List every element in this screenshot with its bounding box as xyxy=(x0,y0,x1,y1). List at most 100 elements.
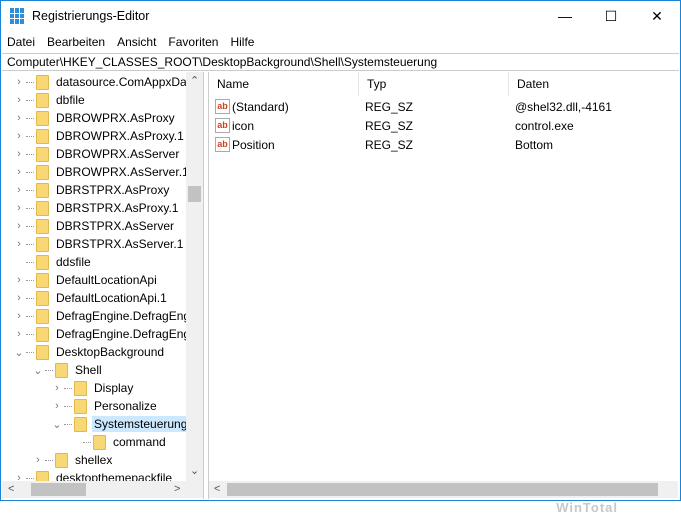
chevron-right-icon[interactable]: › xyxy=(14,148,24,160)
tree-node-label: DBRSTPRX.AsServer.1 xyxy=(56,237,184,251)
minimize-button[interactable]: — xyxy=(542,1,588,31)
folder-icon xyxy=(36,74,49,90)
menu-bar: Datei Bearbeiten Ansicht Favoriten Hilfe xyxy=(1,32,260,52)
values-horizontal-scrollbar[interactable]: < xyxy=(209,481,678,498)
tree-node-label: Personalize xyxy=(94,399,157,413)
chevron-right-icon[interactable]: › xyxy=(33,454,43,466)
chevron-right-icon[interactable]: › xyxy=(14,94,24,106)
chevron-right-icon[interactable]: › xyxy=(14,238,24,250)
chevron-right-icon[interactable]: › xyxy=(14,166,24,178)
chevron-down-icon[interactable]: ⌄ xyxy=(52,418,62,431)
scroll-thumb[interactable] xyxy=(31,483,86,496)
value-type: REG_SZ xyxy=(365,118,414,133)
tree-node[interactable]: ddsfile xyxy=(14,253,93,271)
tree-node[interactable]: ⌄ Shell xyxy=(33,361,104,379)
chevron-right-icon[interactable]: › xyxy=(14,220,24,232)
chevron-right-icon[interactable]: › xyxy=(14,112,24,124)
tree-node[interactable]: › DBRSTPRX.AsProxy.1 xyxy=(14,199,180,217)
tree-connector xyxy=(45,459,53,461)
close-button[interactable]: ✕ xyxy=(634,1,680,31)
chevron-right-icon[interactable]: › xyxy=(14,130,24,142)
tree-connector xyxy=(26,153,34,155)
scroll-left-icon[interactable]: < xyxy=(8,483,14,495)
window-title: Registrierungs-Editor xyxy=(32,9,150,23)
tree-node[interactable]: › DefaultLocationApi.1 xyxy=(14,289,169,307)
tree-node-label: DBRSTPRX.AsProxy xyxy=(56,183,170,197)
tree-vertical-scrollbar[interactable]: ⌃ ⌄ xyxy=(186,72,203,481)
chevron-right-icon[interactable]: › xyxy=(14,202,24,214)
tree-node-label: DBRSTPRX.AsServer xyxy=(56,219,175,233)
column-header-type[interactable]: Typ xyxy=(359,72,509,96)
scroll-thumb[interactable] xyxy=(227,483,658,496)
window: Registrierungs-Editor — ☐ ✕ Datei Bearbei… xyxy=(0,0,681,515)
tree-node[interactable]: › DefragEngine.DefragEngine xyxy=(14,307,203,325)
tree-connector xyxy=(26,207,34,209)
chevron-right-icon[interactable]: › xyxy=(14,328,24,340)
tree-node[interactable]: › DBROWPRX.AsServer.1 xyxy=(14,163,191,181)
folder-icon xyxy=(36,272,49,288)
folder-icon xyxy=(36,308,49,324)
tree-node[interactable]: › DBROWPRX.AsServer xyxy=(14,145,181,163)
value-row[interactable]: ab Position REG_SZ Bottom xyxy=(215,135,675,154)
tree-node[interactable]: › DefaultLocationApi xyxy=(14,271,159,289)
scroll-thumb[interactable] xyxy=(188,186,201,202)
menu-bearbeiten[interactable]: Bearbeiten xyxy=(41,32,111,52)
tree-node-label: datasource.ComAppxData xyxy=(56,75,197,89)
tree-node[interactable]: › DBRSTPRX.AsServer.1 xyxy=(14,235,185,253)
tree-node-label: ddsfile xyxy=(56,255,91,269)
menu-datei[interactable]: Datei xyxy=(1,32,41,52)
chevron-right-icon[interactable]: › xyxy=(52,382,62,394)
value-row[interactable]: ab (Standard) REG_SZ @shel32.dll,-4161 xyxy=(215,97,675,116)
tree-node-label: shellex xyxy=(75,453,113,467)
menu-hilfe[interactable]: Hilfe xyxy=(224,32,260,52)
folder-icon xyxy=(36,182,49,198)
chevron-right-icon[interactable]: › xyxy=(14,184,24,196)
chevron-right-icon[interactable]: › xyxy=(14,274,24,286)
tree-node[interactable]: › Personalize xyxy=(52,397,159,415)
tree-node[interactable]: › Display xyxy=(52,379,135,397)
tree-node[interactable]: ⌄ Systemsteuerung xyxy=(52,415,190,433)
value-name: (Standard) xyxy=(232,99,289,114)
chevron-right-icon[interactable]: › xyxy=(14,76,24,88)
tree-node[interactable]: › DBROWPRX.AsProxy xyxy=(14,109,177,127)
chevron-right-icon[interactable]: › xyxy=(52,400,62,412)
tree-node-label: Display xyxy=(94,381,134,395)
scroll-down-icon[interactable]: ⌄ xyxy=(190,464,199,477)
value-row[interactable]: ab icon REG_SZ control.exe xyxy=(215,116,675,135)
column-header-data[interactable]: Daten xyxy=(509,72,679,96)
chevron-down-icon[interactable]: ⌄ xyxy=(14,346,24,359)
chevron-right-icon[interactable]: › xyxy=(14,292,24,304)
tree-connector xyxy=(26,171,34,173)
tree-connector xyxy=(26,135,34,137)
tree-node[interactable]: › datasource.ComAppxData xyxy=(14,73,199,91)
tree-node[interactable]: command xyxy=(71,433,168,451)
column-header-name[interactable]: Name xyxy=(209,72,359,96)
menu-ansicht[interactable]: Ansicht xyxy=(111,32,162,52)
tree-node[interactable]: › dbfile xyxy=(14,91,87,109)
folder-icon xyxy=(36,164,49,180)
chevron-right-icon[interactable]: › xyxy=(14,310,24,322)
folder-icon xyxy=(36,218,49,234)
scroll-right-icon[interactable]: > xyxy=(174,483,180,495)
maximize-button[interactable]: ☐ xyxy=(588,1,634,31)
tree-node[interactable]: › DBRSTPRX.AsServer xyxy=(14,217,176,235)
tree-node[interactable]: › DefragEngine.DefragEngine.1 xyxy=(14,325,203,343)
tree-horizontal-scrollbar[interactable]: < > xyxy=(2,481,203,498)
key-tree: › datasource.ComAppxData › dbfile › DBROWPRX.… xyxy=(2,72,204,499)
tree-node-label: DBROWPRX.AsProxy.1 xyxy=(56,129,184,143)
tree-connector xyxy=(64,405,72,407)
tree-node[interactable]: › DBRSTPRX.AsProxy xyxy=(14,181,171,199)
tree-node-label: DBRSTPRX.AsProxy.1 xyxy=(56,201,179,215)
menu-favoriten[interactable]: Favoriten xyxy=(162,32,224,52)
chevron-down-icon[interactable]: ⌄ xyxy=(33,364,43,377)
value-type: REG_SZ xyxy=(365,99,414,114)
tree-node[interactable]: › DBROWPRX.AsProxy.1 xyxy=(14,127,186,145)
address-bar[interactable]: Computer\HKEY_CLASSES_ROOT\DesktopBackgr… xyxy=(2,53,679,71)
value-type: REG_SZ xyxy=(365,137,414,152)
string-value-icon: ab xyxy=(215,137,230,152)
tree-node[interactable]: › shellex xyxy=(33,451,114,469)
scroll-up-icon[interactable]: ⌃ xyxy=(190,74,199,87)
values-list: Name Typ Daten ab (Standard) REG_SZ @shel32… xyxy=(208,72,679,515)
tree-node[interactable]: ⌄ DesktopBackground xyxy=(14,343,166,361)
scroll-left-icon[interactable]: < xyxy=(214,483,220,495)
